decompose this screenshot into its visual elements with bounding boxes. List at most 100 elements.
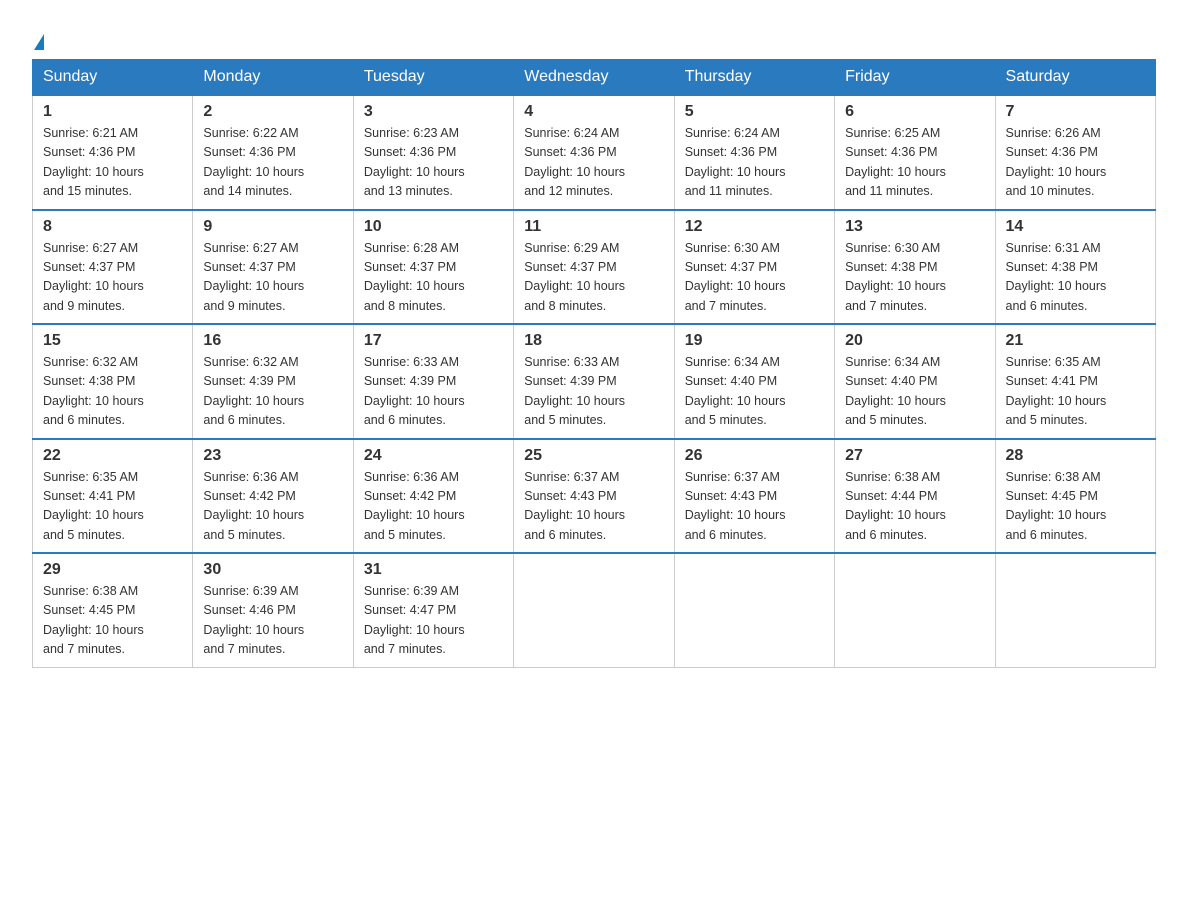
day-number: 17: [364, 332, 503, 350]
day-info: Sunrise: 6:35 AMSunset: 4:41 PMDaylight:…: [1006, 353, 1145, 431]
calendar-day-cell: 25Sunrise: 6:37 AMSunset: 4:43 PMDayligh…: [514, 439, 674, 554]
calendar-day-cell: [995, 553, 1155, 667]
calendar-day-cell: 10Sunrise: 6:28 AMSunset: 4:37 PMDayligh…: [353, 210, 513, 325]
day-number: 19: [685, 332, 824, 350]
day-number: 26: [685, 447, 824, 465]
calendar-day-cell: 21 Sunrise: 6:35 AMSunset: 4:41 PMDayligh…: [995, 324, 1155, 439]
calendar-week-row: 22 Sunrise: 6:35 AMSunset: 4:41 PMDayligh…: [33, 439, 1156, 554]
calendar-day-cell: [835, 553, 995, 667]
day-info: Sunrise: 6:38 AMSunset: 4:45 PMDaylight:…: [1006, 468, 1145, 546]
calendar-day-cell: 19 Sunrise: 6:34 AMSunset: 4:40 PMDayligh…: [674, 324, 834, 439]
day-number: 13: [845, 218, 984, 236]
day-of-week-header: Thursday: [674, 60, 834, 96]
calendar-day-cell: 17 Sunrise: 6:33 AMSunset: 4:39 PMDayligh…: [353, 324, 513, 439]
day-number: 9: [203, 218, 342, 236]
day-info: Sunrise: 6:27 AMSunset: 4:37 PMDaylight:…: [203, 239, 342, 317]
day-info: Sunrise: 6:32 AMSunset: 4:39 PMDaylight:…: [203, 353, 342, 431]
day-number: 20: [845, 332, 984, 350]
day-info: Sunrise: 6:39 AMSunset: 4:46 PMDaylight:…: [203, 582, 342, 660]
day-info: Sunrise: 6:29 AMSunset: 4:37 PMDaylight:…: [524, 239, 663, 317]
calendar-day-cell: 13 Sunrise: 6:30 AMSunset: 4:38 PMDayligh…: [835, 210, 995, 325]
calendar-day-cell: 27 Sunrise: 6:38 AMSunset: 4:44 PMDayligh…: [835, 439, 995, 554]
calendar-header-row: SundayMondayTuesdayWednesdayThursdayFrid…: [33, 60, 1156, 96]
calendar-day-cell: 20 Sunrise: 6:34 AMSunset: 4:40 PMDayligh…: [835, 324, 995, 439]
calendar-day-cell: 14 Sunrise: 6:31 AMSunset: 4:38 PMDayligh…: [995, 210, 1155, 325]
logo: [32, 24, 44, 51]
calendar-day-cell: 24 Sunrise: 6:36 AMSunset: 4:42 PMDayligh…: [353, 439, 513, 554]
day-number: 4: [524, 103, 663, 121]
day-number: 28: [1006, 447, 1145, 465]
day-of-week-header: Wednesday: [514, 60, 674, 96]
day-info: Sunrise: 6:34 AMSunset: 4:40 PMDaylight:…: [845, 353, 984, 431]
day-number: 22: [43, 447, 182, 465]
calendar-day-cell: 29Sunrise: 6:38 AMSunset: 4:45 PMDayligh…: [33, 553, 193, 667]
logo-general-line: [32, 24, 44, 51]
calendar-day-cell: 1 Sunrise: 6:21 AMSunset: 4:36 PMDaylight…: [33, 95, 193, 210]
logo-triangle-icon: [34, 34, 44, 50]
day-info: Sunrise: 6:31 AMSunset: 4:38 PMDaylight:…: [1006, 239, 1145, 317]
day-number: 15: [43, 332, 182, 350]
calendar-day-cell: [514, 553, 674, 667]
day-info: Sunrise: 6:37 AMSunset: 4:43 PMDaylight:…: [524, 468, 663, 546]
day-info: Sunrise: 6:36 AMSunset: 4:42 PMDaylight:…: [203, 468, 342, 546]
calendar-day-cell: 9 Sunrise: 6:27 AMSunset: 4:37 PMDaylight…: [193, 210, 353, 325]
day-number: 8: [43, 218, 182, 236]
day-number: 27: [845, 447, 984, 465]
day-number: 24: [364, 447, 503, 465]
calendar-week-row: 8 Sunrise: 6:27 AMSunset: 4:37 PMDaylight…: [33, 210, 1156, 325]
day-info: Sunrise: 6:24 AMSunset: 4:36 PMDaylight:…: [685, 124, 824, 202]
calendar-day-cell: 8 Sunrise: 6:27 AMSunset: 4:37 PMDaylight…: [33, 210, 193, 325]
day-number: 18: [524, 332, 663, 350]
day-of-week-header: Saturday: [995, 60, 1155, 96]
day-number: 5: [685, 103, 824, 121]
day-number: 11: [524, 218, 663, 236]
day-of-week-header: Sunday: [33, 60, 193, 96]
day-info: Sunrise: 6:38 AMSunset: 4:45 PMDaylight:…: [43, 582, 182, 660]
page-header: [32, 24, 1156, 51]
day-number: 3: [364, 103, 503, 121]
day-info: Sunrise: 6:36 AMSunset: 4:42 PMDaylight:…: [364, 468, 503, 546]
day-number: 1: [43, 103, 182, 121]
calendar-day-cell: 12Sunrise: 6:30 AMSunset: 4:37 PMDayligh…: [674, 210, 834, 325]
day-info: Sunrise: 6:32 AMSunset: 4:38 PMDaylight:…: [43, 353, 182, 431]
day-info: Sunrise: 6:35 AMSunset: 4:41 PMDaylight:…: [43, 468, 182, 546]
day-info: Sunrise: 6:22 AMSunset: 4:36 PMDaylight:…: [203, 124, 342, 202]
day-number: 6: [845, 103, 984, 121]
day-of-week-header: Tuesday: [353, 60, 513, 96]
calendar-day-cell: 3 Sunrise: 6:23 AMSunset: 4:36 PMDaylight…: [353, 95, 513, 210]
day-info: Sunrise: 6:38 AMSunset: 4:44 PMDaylight:…: [845, 468, 984, 546]
calendar-day-cell: 18 Sunrise: 6:33 AMSunset: 4:39 PMDayligh…: [514, 324, 674, 439]
calendar-week-row: 1 Sunrise: 6:21 AMSunset: 4:36 PMDaylight…: [33, 95, 1156, 210]
day-info: Sunrise: 6:39 AMSunset: 4:47 PMDaylight:…: [364, 582, 503, 660]
calendar-day-cell: [674, 553, 834, 667]
calendar-day-cell: 30Sunrise: 6:39 AMSunset: 4:46 PMDayligh…: [193, 553, 353, 667]
calendar-week-row: 29Sunrise: 6:38 AMSunset: 4:45 PMDayligh…: [33, 553, 1156, 667]
day-info: Sunrise: 6:23 AMSunset: 4:36 PMDaylight:…: [364, 124, 503, 202]
day-number: 23: [203, 447, 342, 465]
calendar-week-row: 15 Sunrise: 6:32 AMSunset: 4:38 PMDayligh…: [33, 324, 1156, 439]
day-number: 21: [1006, 332, 1145, 350]
day-info: Sunrise: 6:21 AMSunset: 4:36 PMDaylight:…: [43, 124, 182, 202]
day-of-week-header: Friday: [835, 60, 995, 96]
day-info: Sunrise: 6:37 AMSunset: 4:43 PMDaylight:…: [685, 468, 824, 546]
day-info: Sunrise: 6:30 AMSunset: 4:37 PMDaylight:…: [685, 239, 824, 317]
day-info: Sunrise: 6:25 AMSunset: 4:36 PMDaylight:…: [845, 124, 984, 202]
day-info: Sunrise: 6:28 AMSunset: 4:37 PMDaylight:…: [364, 239, 503, 317]
calendar-day-cell: 28 Sunrise: 6:38 AMSunset: 4:45 PMDayligh…: [995, 439, 1155, 554]
calendar-day-cell: 31 Sunrise: 6:39 AMSunset: 4:47 PMDayligh…: [353, 553, 513, 667]
day-number: 31: [364, 561, 503, 579]
calendar-day-cell: 6 Sunrise: 6:25 AMSunset: 4:36 PMDaylight…: [835, 95, 995, 210]
calendar-day-cell: 22 Sunrise: 6:35 AMSunset: 4:41 PMDayligh…: [33, 439, 193, 554]
day-number: 2: [203, 103, 342, 121]
day-info: Sunrise: 6:26 AMSunset: 4:36 PMDaylight:…: [1006, 124, 1145, 202]
day-info: Sunrise: 6:30 AMSunset: 4:38 PMDaylight:…: [845, 239, 984, 317]
calendar-day-cell: 11 Sunrise: 6:29 AMSunset: 4:37 PMDayligh…: [514, 210, 674, 325]
day-info: Sunrise: 6:34 AMSunset: 4:40 PMDaylight:…: [685, 353, 824, 431]
day-of-week-header: Monday: [193, 60, 353, 96]
day-info: Sunrise: 6:27 AMSunset: 4:37 PMDaylight:…: [43, 239, 182, 317]
calendar-day-cell: 16Sunrise: 6:32 AMSunset: 4:39 PMDayligh…: [193, 324, 353, 439]
day-info: Sunrise: 6:33 AMSunset: 4:39 PMDaylight:…: [524, 353, 663, 431]
day-info: Sunrise: 6:33 AMSunset: 4:39 PMDaylight:…: [364, 353, 503, 431]
calendar-day-cell: 7Sunrise: 6:26 AMSunset: 4:36 PMDaylight…: [995, 95, 1155, 210]
day-number: 14: [1006, 218, 1145, 236]
